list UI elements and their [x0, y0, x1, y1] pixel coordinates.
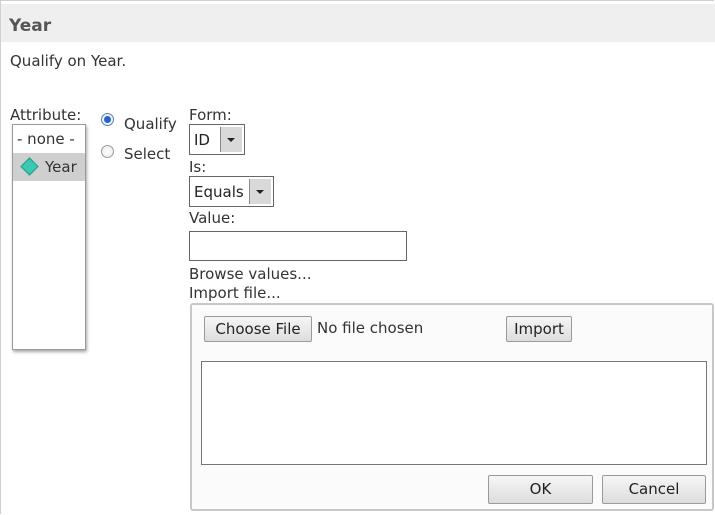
attribute-item-label: Year [45, 158, 77, 176]
form-select[interactable]: ID [189, 124, 245, 155]
dialog-subtitle: Qualify on Year. [10, 52, 127, 70]
select-label[interactable]: Select [124, 145, 170, 163]
attribute-diamond-icon [20, 157, 39, 176]
select-radio[interactable] [101, 145, 114, 158]
operator-select[interactable]: Equals [189, 176, 274, 207]
form-select-value: ID [194, 131, 210, 149]
value-input[interactable] [189, 231, 407, 261]
import-panel: Choose File No file chosen Import OK Can… [190, 303, 714, 511]
import-button[interactable]: Import [506, 316, 572, 342]
attribute-item-none[interactable]: - none - [13, 125, 85, 153]
dialog-title: Year [9, 16, 52, 36]
operator-select-value: Equals [194, 183, 244, 201]
operator-label: Is: [189, 158, 207, 176]
value-label: Value: [189, 209, 236, 227]
cancel-button[interactable]: Cancel [602, 475, 706, 504]
choose-file-button[interactable]: Choose File [204, 316, 312, 342]
attribute-item-year[interactable]: Year [13, 153, 85, 181]
import-textarea[interactable] [201, 361, 707, 465]
qualify-label[interactable]: Qualify [124, 115, 177, 133]
no-file-chosen-text: No file chosen [317, 319, 424, 337]
chevron-down-icon[interactable] [249, 179, 271, 204]
attribute-label: Attribute: [10, 106, 82, 124]
attribute-list[interactable]: - none - Year [12, 124, 86, 350]
ok-button[interactable]: OK [488, 475, 593, 504]
title-bar: Year [1, 4, 715, 42]
browse-values-link[interactable]: Browse values... [189, 265, 311, 283]
import-file-link[interactable]: Import file... [189, 284, 281, 302]
qualify-radio[interactable] [101, 113, 114, 126]
chevron-down-icon[interactable] [220, 127, 242, 152]
form-label: Form: [189, 106, 232, 124]
attribute-item-label: - none - [17, 130, 75, 148]
